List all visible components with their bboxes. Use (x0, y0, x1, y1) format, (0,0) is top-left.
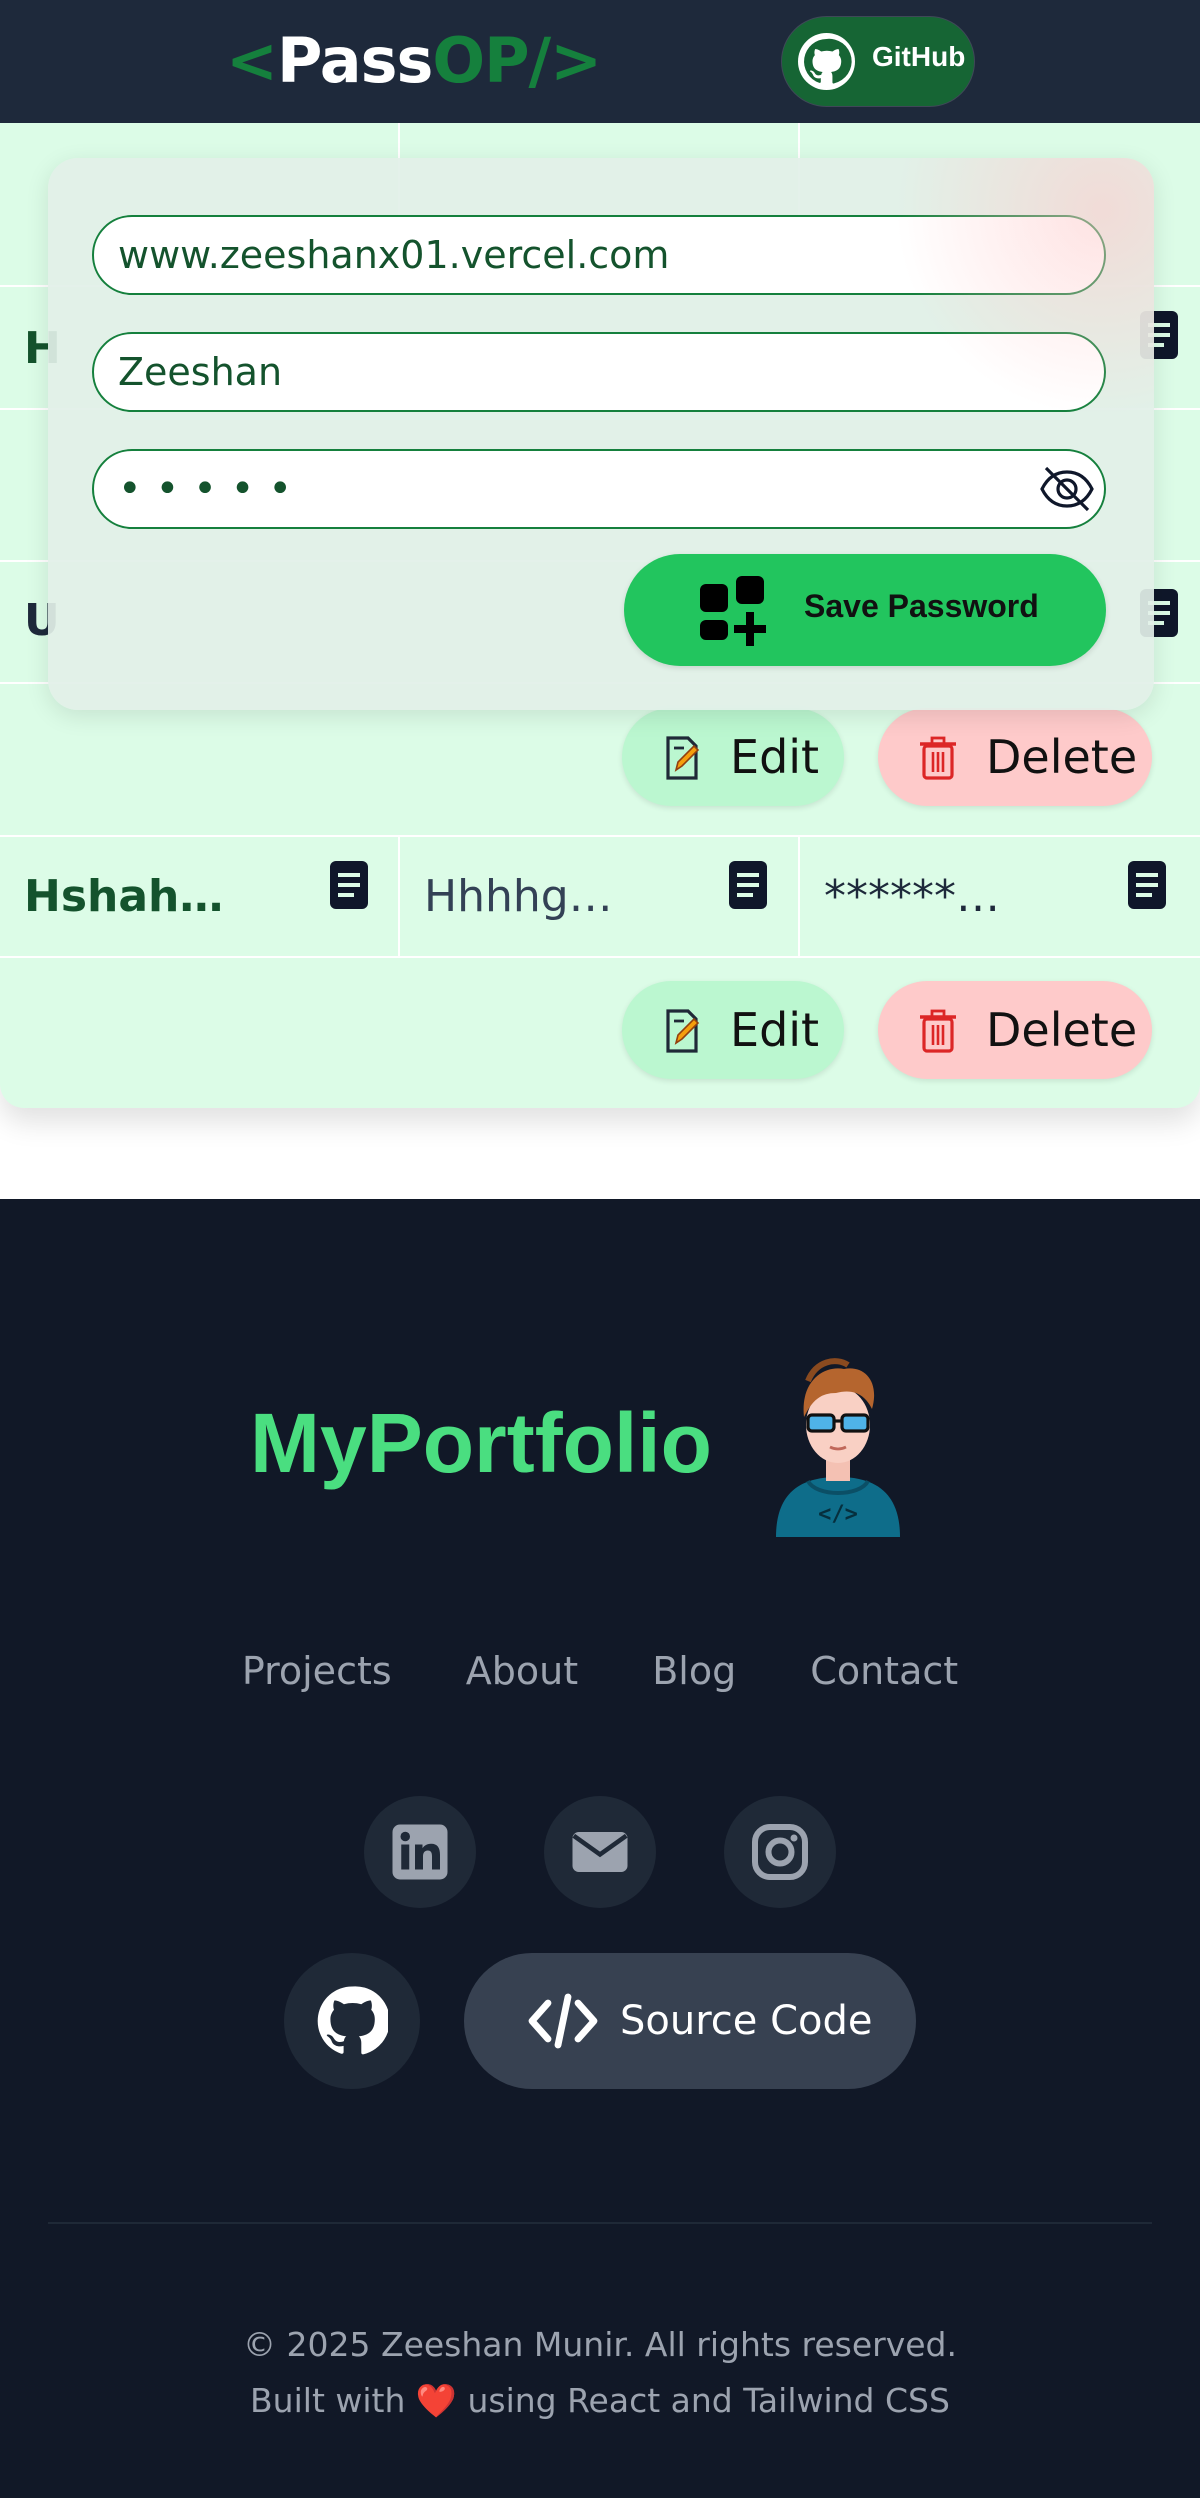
copyright-text: © 2025 Zeeshan Munir. All rights reserve… (243, 2325, 957, 2364)
eye-slash-icon[interactable] (1040, 464, 1094, 514)
edit-icon (666, 736, 700, 780)
copy-icon[interactable] (330, 861, 368, 909)
logo-close-bracket: /> (528, 24, 603, 97)
footer-link-blog[interactable]: Blog (652, 1649, 736, 1693)
username-input[interactable]: Zeeshan (92, 332, 1106, 412)
portfolio-brand[interactable]: MyPortfolio (250, 1393, 712, 1493)
logo-op-text: OP (432, 24, 529, 97)
delete-button[interactable]: Delete (878, 981, 1152, 1079)
github-profile-button[interactable] (284, 1953, 420, 2089)
github-icon (317, 1986, 388, 2055)
edit-icon (666, 1009, 700, 1053)
source-code-button[interactable]: Source Code (464, 1953, 916, 2089)
svg-text:</>: </> (818, 1502, 858, 1527)
mail-icon (572, 1832, 628, 1872)
password-form-panel: www.zeeshanx01.vercel.com Zeeshan ••••• … (48, 158, 1154, 710)
save-password-label: Save Password (804, 588, 1039, 624)
website-url-input[interactable]: www.zeeshanx01.vercel.com (92, 215, 1106, 295)
logo-pass-text: Pass (276, 24, 433, 97)
edit-button-label: Edit (730, 730, 820, 784)
row-divider (0, 956, 1200, 958)
row-divider (0, 835, 1200, 837)
email-button[interactable] (544, 1796, 656, 1908)
column-divider (798, 835, 800, 956)
source-code-label: Source Code (620, 1998, 873, 2044)
linkedin-icon (392, 1824, 448, 1880)
footer-link-contact[interactable]: Contact (810, 1649, 958, 1693)
logo-open-bracket: < (226, 24, 278, 97)
code-icon (528, 1993, 598, 2049)
footer-link-projects[interactable]: Projects (242, 1649, 392, 1693)
password-cell: ******… (824, 871, 1000, 922)
instagram-icon (752, 1824, 808, 1880)
developer-avatar-icon: </> (776, 1358, 900, 1537)
github-icon (798, 33, 855, 90)
trash-icon (920, 736, 956, 780)
heart-icon: ❤️ (415, 2381, 457, 2420)
password-input[interactable]: ••••• (92, 449, 1106, 529)
username-cell: Hhhhg… (424, 871, 613, 922)
edit-button[interactable]: Edit (622, 708, 844, 806)
passop-logo[interactable]: <PassOP/> (226, 22, 603, 100)
footer-copyright: © 2025 Zeeshan Munir. All rights reserve… (0, 2317, 1200, 2429)
save-password-button[interactable]: Save Password (624, 554, 1106, 666)
linkedin-button[interactable] (364, 1796, 476, 1908)
delete-button[interactable]: Delete (878, 708, 1152, 806)
built-with-line: Built with ❤️ using React and Tailwind C… (0, 2373, 1200, 2429)
edit-button-label: Edit (730, 1003, 820, 1057)
github-button[interactable]: GitHub (782, 17, 974, 106)
footer-nav: Projects About Blog Contact (0, 1649, 1200, 1693)
trash-icon (920, 1009, 956, 1053)
delete-button-label: Delete (986, 1003, 1138, 1057)
edit-button[interactable]: Edit (622, 981, 844, 1079)
copy-icon[interactable] (729, 861, 767, 909)
add-item-icon (700, 576, 766, 646)
top-navbar: <PassOP/> GitHub (0, 0, 1200, 123)
footer-divider (48, 2222, 1152, 2224)
site-cell: Hshah… (24, 871, 224, 922)
delete-button-label: Delete (986, 730, 1138, 784)
footer-link-about[interactable]: About (466, 1649, 578, 1693)
column-divider (398, 835, 400, 956)
instagram-button[interactable] (724, 1796, 836, 1908)
copy-icon[interactable] (1128, 861, 1166, 909)
portfolio-footer: MyPortfolio </> Projects About Blog Cont… (0, 1199, 1200, 2498)
built-with-prefix: Built with (250, 2381, 406, 2420)
built-with-suffix: using React and Tailwind CSS (467, 2381, 950, 2420)
github-button-label: GitHub (872, 41, 966, 72)
